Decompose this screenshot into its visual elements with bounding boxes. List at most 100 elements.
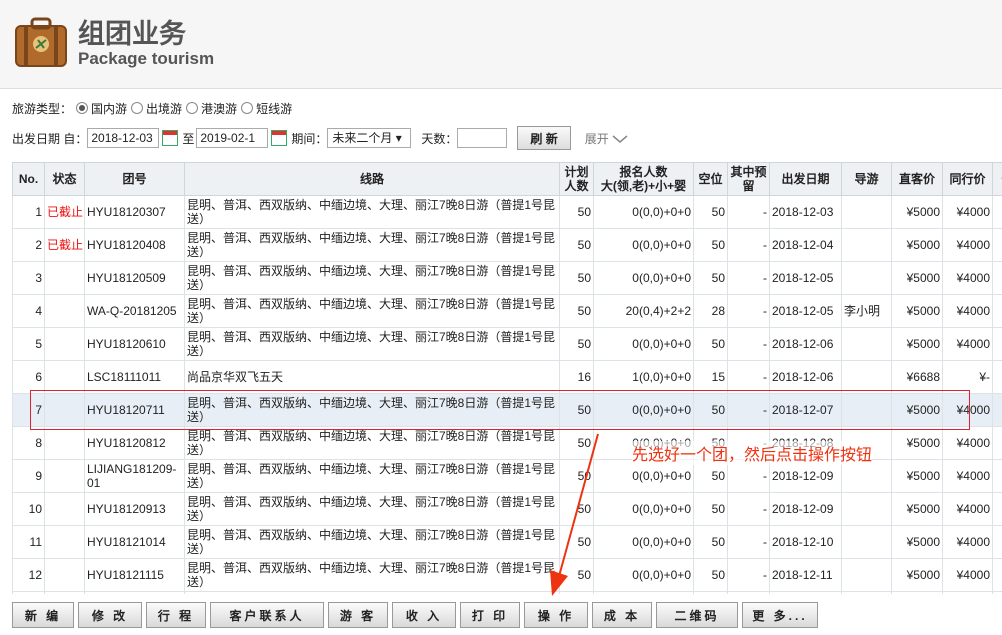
cell-date: 2018-12-12 xyxy=(769,591,842,594)
new-button[interactable]: 新 编 xyxy=(12,602,74,628)
tour-group-table: No. 状态 团号 线路 计划人数 报名人数 大(领,老)+小+婴 空位 其中预… xyxy=(12,162,1002,594)
cell-date: 2018-12-11 xyxy=(769,558,842,592)
cell-group: HYU18120610 xyxy=(84,327,185,361)
more-button[interactable]: 更 多... xyxy=(742,602,818,628)
col-header-plan[interactable]: 计划人数 xyxy=(559,162,594,196)
table-row[interactable]: 4 WA-Q-20181205 昆明、普洱、西双版纳、中缅边境、大理、丽江7晚8日游… xyxy=(12,294,1002,328)
cell-vacant: 50 xyxy=(693,492,728,526)
cell-route: 昆明、普洱、西双版纳、中缅边境、大理、丽江7晚8日游（普提1号昆送） xyxy=(184,492,560,526)
date-to-input[interactable]: 2019-02-1 xyxy=(196,128,269,148)
cell-vacant: 50 xyxy=(693,195,728,229)
table-row[interactable]: 13 LIJIANG181212昆明、普洱、西双版纳、中缅边境、大理、丽江7晚8日… xyxy=(12,591,1002,594)
customer-contact-button[interactable]: 客户联系人 xyxy=(210,602,324,628)
itinerary-button[interactable]: 行 程 xyxy=(146,602,206,628)
qrcode-button[interactable]: 二维码 xyxy=(656,602,738,628)
date-from-label: 出发日期 自： xyxy=(12,131,88,146)
edit-button[interactable]: 修 改 xyxy=(78,602,142,628)
cell-plan: 50 xyxy=(559,459,594,493)
cell-route: 昆明、普洱、西双版纳、中缅边境、大理、丽江7晚8日游（普提1号昆送） xyxy=(184,558,560,592)
cell-date: 2018-12-09 xyxy=(769,492,842,526)
radio-hk-macau[interactable] xyxy=(186,102,199,114)
cell-extra xyxy=(992,294,1002,328)
print-button[interactable]: 打 印 xyxy=(460,602,520,628)
table-row[interactable]: 10 HYU18120913 昆明、普洱、西双版纳、中缅边境、大理、丽江7晚8日游（… xyxy=(12,492,1002,526)
cell-route: 昆明、普洱、西双版纳、中缅边境、大理、丽江7晚8日游（普提1号昆送） xyxy=(184,393,560,427)
cell-group: LSC18111011 xyxy=(84,360,185,394)
calendar-icon[interactable] xyxy=(271,130,288,146)
col-header-guide[interactable]: 导游 xyxy=(841,162,892,196)
cell-direct: ¥5000 xyxy=(891,426,943,460)
radio-domestic[interactable] xyxy=(76,102,89,114)
col-header-date[interactable]: 出发日期 xyxy=(769,162,842,196)
col-header-extra[interactable]: 也 xyxy=(992,162,1002,196)
cell-peer: ¥4000 xyxy=(942,294,993,328)
radio-outbound-label[interactable]: 出境游 xyxy=(146,100,182,117)
radio-short-trip[interactable] xyxy=(241,102,254,114)
cell-peer: ¥4000 xyxy=(942,195,993,229)
days-input[interactable] xyxy=(457,128,508,148)
cell-status xyxy=(44,459,85,493)
col-header-vacant[interactable]: 空位 xyxy=(693,162,728,196)
cell-group: HYU18120711 xyxy=(84,393,185,427)
period-select[interactable]: 未来二个月 ▾ xyxy=(327,128,412,148)
cell-guide: 李小明 xyxy=(841,294,892,328)
table-row[interactable]: 3 HYU18120509 昆明、普洱、西双版纳、中缅边境、大理、丽江7晚8日游（普… xyxy=(12,261,1002,295)
cell-direct: ¥5000 xyxy=(891,228,943,262)
expand-toggle[interactable]: 展开 xyxy=(585,130,628,147)
cell-extra xyxy=(992,393,1002,427)
chevron-down-icon xyxy=(612,135,628,144)
table-row[interactable]: 1 已截止 HYU18120307 昆明、普洱、西双版纳、中缅边境、大理、丽江7晚8日… xyxy=(12,195,1002,229)
cell-peer: ¥4000 xyxy=(942,393,993,427)
cell-route: 尚品京华双飞五天 xyxy=(184,360,560,394)
cell-reserved: - xyxy=(727,228,770,262)
date-from-input[interactable]: 2018-12-03 xyxy=(87,128,160,148)
cell-peer: ¥- xyxy=(942,360,993,394)
col-header-signup[interactable]: 报名人数 大(领,老)+小+婴 xyxy=(593,162,694,196)
col-header-group[interactable]: 团号 xyxy=(84,162,185,196)
table-row[interactable]: 5 HYU18120610 昆明、普洱、西双版纳、中缅边境、大理、丽江7晚8日游（普… xyxy=(12,327,1002,361)
income-button[interactable]: 收 入 xyxy=(392,602,456,628)
operate-button[interactable]: 操 作 xyxy=(524,602,588,628)
radio-short-trip-label[interactable]: 短线游 xyxy=(256,100,292,117)
cell-direct: ¥6688 xyxy=(891,360,943,394)
cell-no: 8 xyxy=(12,426,45,460)
cell-guide xyxy=(841,195,892,229)
col-header-no[interactable]: No. xyxy=(12,162,45,196)
cell-extra xyxy=(992,558,1002,592)
cell-group: HYU18120509 xyxy=(84,261,185,295)
cell-date: 2018-12-05 xyxy=(769,261,842,295)
cell-signup: 0(0,0)+0+0 xyxy=(593,195,694,229)
cell-guide xyxy=(841,360,892,394)
cell-date: 2018-12-10 xyxy=(769,525,842,559)
calendar-icon[interactable] xyxy=(162,130,179,146)
table-row[interactable]: 7 HYU18120711 昆明、普洱、西双版纳、中缅边境、大理、丽江7晚8日游（普… xyxy=(12,393,1002,427)
cell-vacant: 50 xyxy=(693,558,728,592)
cell-group: HYU18120913 xyxy=(84,492,185,526)
cell-status xyxy=(44,525,85,559)
col-header-route[interactable]: 线路 xyxy=(184,162,560,196)
instruction-annotation: 先选好一个团，然后点击操作按钮 xyxy=(632,441,873,465)
table-row[interactable]: 12 HYU18121115 昆明、普洱、西双版纳、中缅边境、大理、丽江7晚8日游（… xyxy=(12,558,1002,592)
cost-button[interactable]: 成 本 xyxy=(592,602,652,628)
cell-vacant: 28 xyxy=(693,294,728,328)
cell-signup: 0(0,0)+0+0 xyxy=(593,228,694,262)
date-filter: 出发日期 自： 2018-12-03 至 2019-02-1 期间： 未来二个月… xyxy=(12,126,628,150)
cell-vacant: 50 xyxy=(693,261,728,295)
table-row[interactable]: 11 HYU18121014 昆明、普洱、西双版纳、中缅边境、大理、丽江7晚8日游（… xyxy=(12,525,1002,559)
col-header-reserved[interactable]: 其中预留 xyxy=(727,162,770,196)
refresh-button[interactable]: 刷 新 xyxy=(517,126,571,150)
col-header-peer-price[interactable]: 同行价 xyxy=(942,162,993,196)
table-row[interactable]: 6 LSC18111011 尚品京华双飞五天 16 1(0,0)+0+0 15-2018-… xyxy=(12,360,1002,394)
radio-domestic-label[interactable]: 国内游 xyxy=(91,100,127,117)
cell-signup: 0(0,0)+0+0 xyxy=(593,261,694,295)
cell-reserved: - xyxy=(727,492,770,526)
radio-hk-macau-label[interactable]: 港澳游 xyxy=(201,100,237,117)
col-header-status[interactable]: 状态 xyxy=(44,162,85,196)
cell-no: 2 xyxy=(12,228,45,262)
col-header-direct-price[interactable]: 直客价 xyxy=(891,162,943,196)
radio-outbound[interactable] xyxy=(131,102,144,114)
table-row[interactable]: 2 已截止 HYU18120408 昆明、普洱、西双版纳、中缅边境、大理、丽江7晚8日… xyxy=(12,228,1002,262)
tourist-button[interactable]: 游 客 xyxy=(328,602,388,628)
cell-signup: 0(0,0)+0+0 xyxy=(593,327,694,361)
cell-group: HYU18120307 xyxy=(84,195,185,229)
